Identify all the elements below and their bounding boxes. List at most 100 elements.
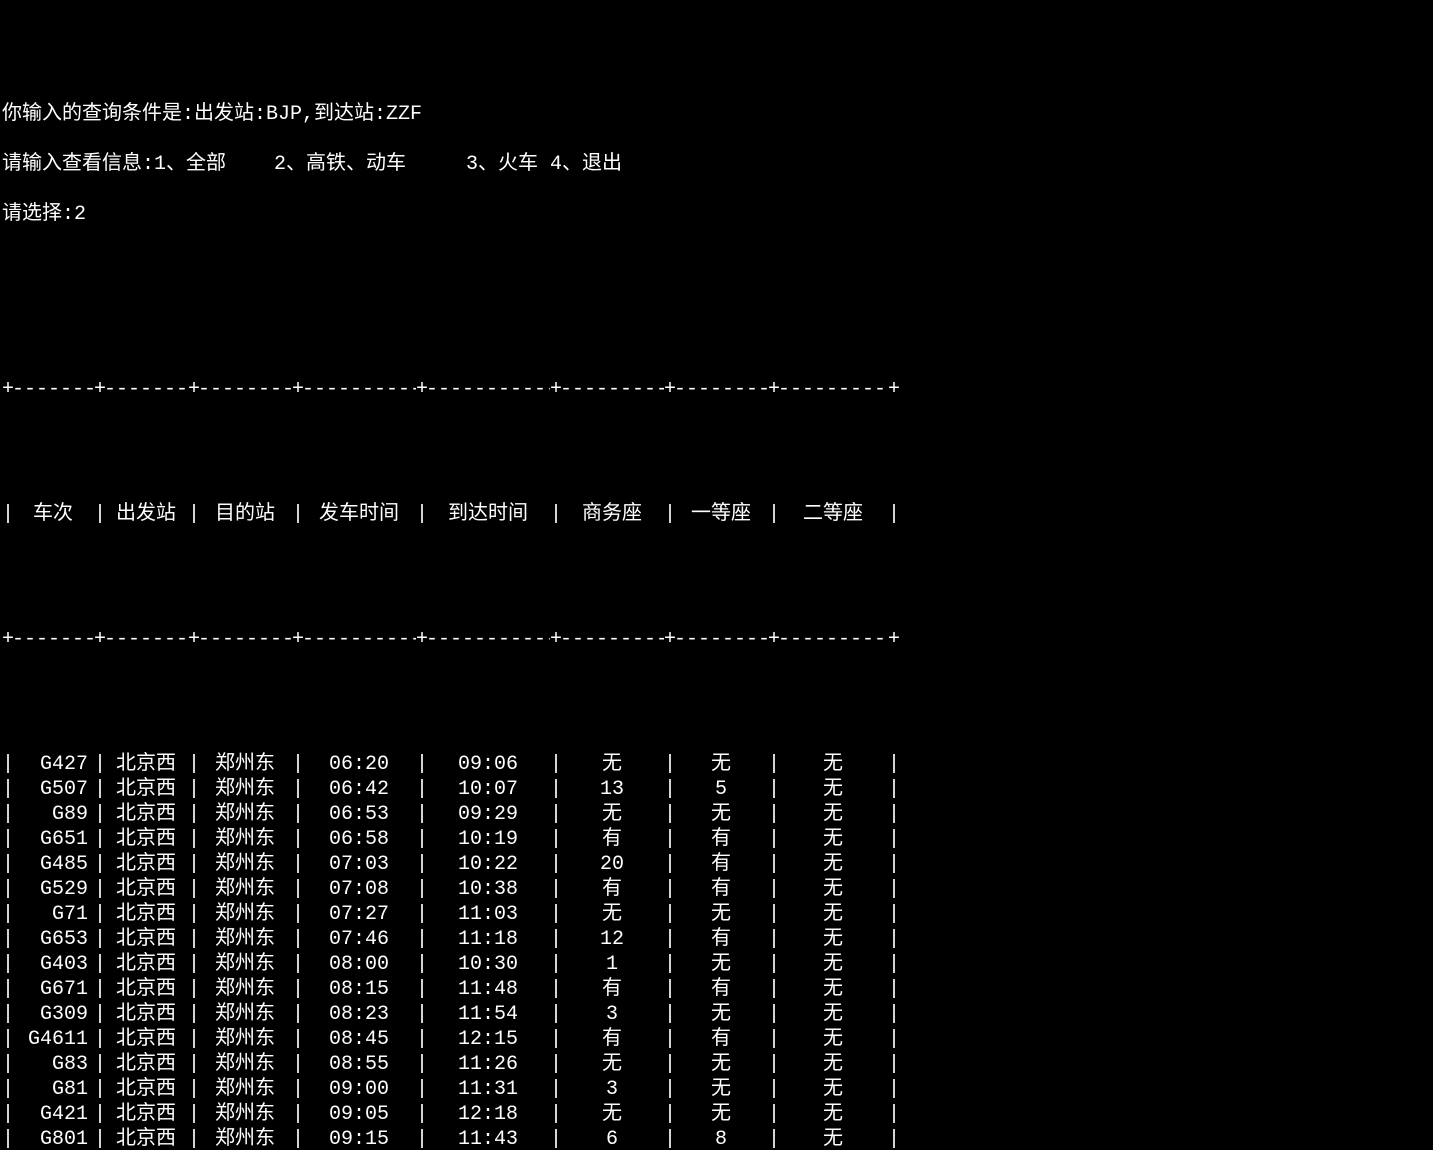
- pipe-icon: |: [94, 1002, 104, 1027]
- cell-dest-station: 郑州东: [198, 952, 292, 977]
- pipe-icon: |: [188, 902, 198, 927]
- pipe-icon: |: [416, 777, 426, 802]
- pipe-icon: |: [94, 852, 104, 877]
- pipe-icon: |: [768, 927, 778, 952]
- cell-second-seat: 无: [778, 902, 888, 927]
- pipe-icon: |: [416, 1002, 426, 1027]
- pipe-icon: |: [2, 752, 12, 777]
- cell-train: G427: [12, 752, 94, 777]
- pipe-icon: |: [664, 952, 674, 977]
- table-body: |G427|北京西|郑州东|06:20|09:06|无|无|无||G507|北京…: [2, 752, 1431, 1150]
- cell-dest-station: 郑州东: [198, 1027, 292, 1052]
- pipe-icon: |: [292, 852, 302, 877]
- pipe-icon: |: [94, 877, 104, 902]
- pipe-icon: |: [768, 952, 778, 977]
- pipe-icon: |: [888, 777, 898, 802]
- pipe-icon: |: [888, 1127, 898, 1150]
- cell-second-seat: 无: [778, 952, 888, 977]
- cell-business-seat: 有: [560, 977, 664, 1002]
- pipe-icon: |: [292, 1102, 302, 1127]
- pipe-icon: |: [550, 777, 560, 802]
- cell-dest-station: 郑州东: [198, 1002, 292, 1027]
- pipe-icon: |: [2, 952, 12, 977]
- pipe-icon: |: [550, 927, 560, 952]
- table-row: |G507|北京西|郑州东|06:42|10:07|13|5|无|: [2, 777, 1431, 802]
- cell-depart-station: 北京西: [104, 1027, 188, 1052]
- cell-dest-station: 郑州东: [198, 802, 292, 827]
- table-row: |G427|北京西|郑州东|06:20|09:06|无|无|无|: [2, 752, 1431, 777]
- cell-depart-station: 北京西: [104, 827, 188, 852]
- pipe-icon: |: [2, 1127, 12, 1150]
- pipe-icon: |: [550, 502, 560, 527]
- cell-dest-station: 郑州东: [198, 1052, 292, 1077]
- pipe-icon: |: [664, 752, 674, 777]
- cell-business-seat: 无: [560, 1052, 664, 1077]
- table-row: |G421|北京西|郑州东|09:05|12:18|无|无|无|: [2, 1102, 1431, 1127]
- corner-icon: +: [888, 377, 898, 402]
- cell-business-seat: 无: [560, 1102, 664, 1127]
- corner-icon: +: [188, 627, 198, 652]
- table-row: |G653|北京西|郑州东|07:46|11:18|12|有|无|: [2, 927, 1431, 952]
- cell-depart-time: 07:27: [302, 902, 416, 927]
- pipe-icon: |: [664, 1052, 674, 1077]
- cell-arrive-time: 11:03: [426, 902, 550, 927]
- pipe-icon: |: [94, 977, 104, 1002]
- cell-train: G653: [12, 927, 94, 952]
- cell-depart-station: 北京西: [104, 952, 188, 977]
- cell-dest-station: 郑州东: [198, 777, 292, 802]
- cell-depart-time: 08:15: [302, 977, 416, 1002]
- cell-arrive-time: 11:43: [426, 1127, 550, 1150]
- pipe-icon: |: [768, 1127, 778, 1150]
- cell-arrive-time: 10:19: [426, 827, 550, 852]
- pipe-icon: |: [888, 927, 898, 952]
- cell-arrive-time: 10:38: [426, 877, 550, 902]
- pipe-icon: |: [550, 1002, 560, 1027]
- cell-depart-station: 北京西: [104, 777, 188, 802]
- cell-depart-time: 08:23: [302, 1002, 416, 1027]
- cell-dest-station: 郑州东: [198, 877, 292, 902]
- header-dest-station: 目的站: [198, 502, 292, 527]
- pipe-icon: |: [664, 827, 674, 852]
- pipe-icon: |: [94, 927, 104, 952]
- menu-options-line: 请输入查看信息:1、全部 2、高铁、动车 3、火车 4、退出: [2, 152, 1431, 177]
- pipe-icon: |: [292, 1127, 302, 1150]
- cell-depart-time: 08:55: [302, 1052, 416, 1077]
- cell-business-seat: 3: [560, 1002, 664, 1027]
- corner-icon: +: [550, 627, 560, 652]
- pipe-icon: |: [2, 1077, 12, 1102]
- cell-depart-station: 北京西: [104, 877, 188, 902]
- corner-icon: +: [94, 627, 104, 652]
- table-row: |G485|北京西|郑州东|07:03|10:22|20|有|无|: [2, 852, 1431, 877]
- table-row: |G801|北京西|郑州东|09:15|11:43|6|8|无|: [2, 1127, 1431, 1150]
- table-border-header: + -------- + -------- + --------- + ----…: [2, 627, 1431, 652]
- pipe-icon: |: [664, 777, 674, 802]
- table-row: |G309|北京西|郑州东|08:23|11:54|3|无|无|: [2, 1002, 1431, 1027]
- pipe-icon: |: [292, 1002, 302, 1027]
- corner-icon: +: [2, 377, 12, 402]
- pipe-icon: |: [188, 852, 198, 877]
- table-border-top: + -------- + -------- + --------- + ----…: [2, 377, 1431, 402]
- pipe-icon: |: [2, 777, 12, 802]
- pipe-icon: |: [2, 827, 12, 852]
- pipe-icon: |: [416, 1127, 426, 1150]
- cell-second-seat: 无: [778, 1077, 888, 1102]
- pipe-icon: |: [2, 902, 12, 927]
- cell-train: G89: [12, 802, 94, 827]
- cell-second-seat: 无: [778, 852, 888, 877]
- pipe-icon: |: [416, 502, 426, 527]
- pipe-icon: |: [188, 1002, 198, 1027]
- cell-depart-station: 北京西: [104, 802, 188, 827]
- pipe-icon: |: [416, 852, 426, 877]
- pipe-icon: |: [188, 1027, 198, 1052]
- pipe-icon: |: [768, 777, 778, 802]
- pipe-icon: |: [888, 1052, 898, 1077]
- cell-depart-station: 北京西: [104, 977, 188, 1002]
- cell-depart-station: 北京西: [104, 852, 188, 877]
- cell-first-seat: 无: [674, 1002, 768, 1027]
- cell-depart-time: 08:45: [302, 1027, 416, 1052]
- pipe-icon: |: [292, 927, 302, 952]
- pipe-icon: |: [550, 1127, 560, 1150]
- pipe-icon: |: [664, 1027, 674, 1052]
- cell-depart-station: 北京西: [104, 902, 188, 927]
- pipe-icon: |: [188, 1102, 198, 1127]
